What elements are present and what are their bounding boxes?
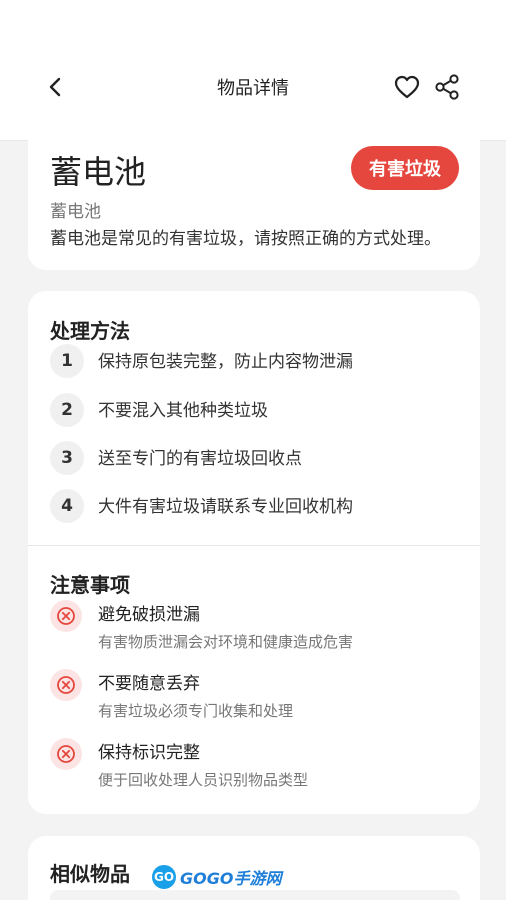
note-description: 有害垃圾必须专门收集和处理 bbox=[98, 702, 294, 720]
warning-x-icon bbox=[50, 600, 82, 632]
share-icon bbox=[435, 74, 459, 100]
step-number: 2 bbox=[50, 393, 84, 427]
note-item: 避免破损泄漏 有害物质泄漏会对环境和健康造成危害 bbox=[50, 600, 460, 660]
item-description: 蓄电池是常见的有害垃圾，请按照正确的方式处理。 bbox=[50, 229, 441, 249]
step-text: 送至专门的有害垃圾回收点 bbox=[98, 449, 302, 469]
app-header: 物品详情 bbox=[0, 0, 506, 141]
watermark: GO GOGO手游网 bbox=[152, 864, 281, 890]
note-description: 便于回收处理人员识别物品类型 bbox=[98, 771, 309, 789]
watermark-text: GOGO手游网 bbox=[180, 869, 282, 888]
step-text: 不要混入其他种类垃圾 bbox=[98, 401, 268, 421]
item-summary-card: 蓄电池 有害垃圾 蓄电池 蓄电池是常见的有害垃圾，请按照正确的方式处理。 bbox=[28, 121, 480, 270]
note-title: 避免破损泄漏 bbox=[98, 605, 200, 625]
favorite-button[interactable] bbox=[392, 72, 422, 102]
disposal-step: 4 大件有害垃圾请联系专业回收机构 bbox=[50, 489, 460, 523]
step-number: 4 bbox=[50, 489, 84, 523]
disposal-section-title: 处理方法 bbox=[50, 319, 130, 343]
step-text: 大件有害垃圾请联系专业回收机构 bbox=[98, 497, 353, 517]
note-description: 有害物质泄漏会对环境和健康造成危害 bbox=[98, 633, 354, 651]
item-subtitle: 蓄电池 bbox=[50, 202, 101, 222]
disposal-step: 2 不要混入其他种类垃圾 bbox=[50, 393, 460, 427]
warning-x-icon bbox=[50, 738, 82, 770]
note-title: 保持标识完整 bbox=[98, 743, 200, 763]
notes-section-title: 注意事项 bbox=[50, 573, 130, 597]
section-divider bbox=[28, 545, 480, 546]
watermark-logo: GO bbox=[152, 865, 176, 889]
category-badge: 有害垃圾 bbox=[351, 146, 459, 190]
item-name: 蓄电池 bbox=[50, 153, 147, 191]
similar-item-entry[interactable] bbox=[50, 890, 460, 900]
step-number: 3 bbox=[50, 441, 84, 475]
note-item: 不要随意丢弃 有害垃圾必须专门收集和处理 bbox=[50, 669, 460, 729]
share-button[interactable] bbox=[432, 72, 462, 102]
similar-section-title: 相似物品 bbox=[50, 862, 130, 886]
guidance-card: 处理方法 1 保持原包装完整，防止内容物泄漏 2 不要混入其他种类垃圾 3 送至… bbox=[28, 291, 480, 814]
step-text: 保持原包装完整，防止内容物泄漏 bbox=[98, 352, 353, 372]
note-item: 保持标识完整 便于回收处理人员识别物品类型 bbox=[50, 738, 460, 798]
step-number: 1 bbox=[50, 344, 84, 378]
disposal-step: 1 保持原包装完整，防止内容物泄漏 bbox=[50, 344, 460, 378]
heart-icon bbox=[394, 75, 420, 99]
note-title: 不要随意丢弃 bbox=[98, 674, 200, 694]
warning-x-icon bbox=[50, 669, 82, 701]
page-title: 物品详情 bbox=[217, 78, 289, 99]
disposal-step: 3 送至专门的有害垃圾回收点 bbox=[50, 441, 460, 475]
